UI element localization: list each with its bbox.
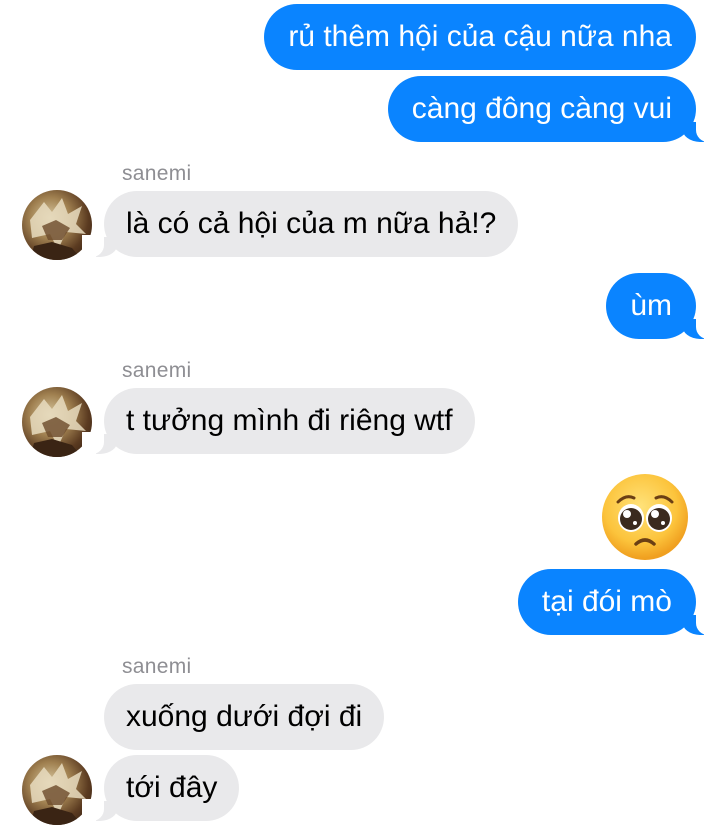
pleading-face-emoji[interactable] [600, 472, 690, 562]
sender-name: sanemi [122, 359, 192, 382]
outgoing-message-bubble[interactable]: rủ thêm hội của cậu nữa nha [264, 4, 696, 70]
message-text: t tưởng mình đi riêng wtf [126, 404, 453, 437]
message-text: xuống dưới đợi đi [126, 700, 363, 733]
incoming-message-bubble[interactable]: là có cả hội của m nữa hả!? [81, 191, 519, 257]
sender-name: sanemi [122, 162, 192, 185]
emoji-image [602, 474, 688, 560]
message-text: càng đông càng vui [411, 92, 672, 125]
incoming-message-bubble[interactable]: t tưởng mình đi riêng wtf [82, 388, 475, 454]
sender-name: sanemi [122, 655, 192, 678]
message-text: tới đây [126, 771, 218, 804]
outgoing-message-bubble[interactable]: càng đông càng vui [387, 76, 718, 142]
outgoing-message-bubble[interactable]: ùm [606, 273, 718, 339]
message-text: rủ thêm hội của cậu nữa nha [288, 20, 672, 53]
incoming-message-bubble[interactable]: tới đây [81, 755, 240, 821]
message-text: tại đói mò [541, 585, 672, 618]
incoming-message-bubble[interactable]: xuống dưới đợi đi [104, 684, 385, 750]
outgoing-message-bubble[interactable]: tại đói mò [517, 569, 718, 635]
message-text: là có cả hội của m nữa hả!? [126, 207, 497, 240]
message-text: ùm [630, 289, 672, 322]
